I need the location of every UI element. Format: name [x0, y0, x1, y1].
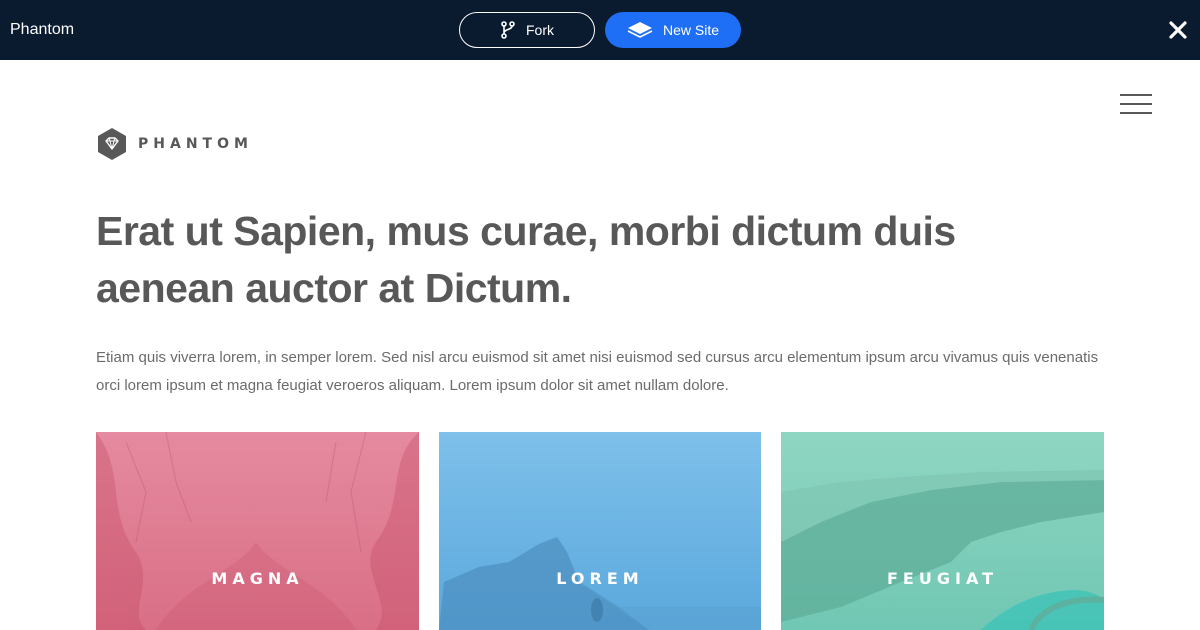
intro-paragraph: Etiam quis viverra lorem, in semper lore…: [96, 349, 1099, 394]
hamburger-menu-icon[interactable]: [1120, 94, 1152, 114]
tile-feugiat-image: [781, 470, 1104, 630]
preview-topbar: Phantom Fork New Site: [0, 0, 1200, 60]
diamond-hexagon-logo-icon: [98, 128, 126, 160]
git-fork-icon: [501, 21, 515, 39]
tile-lorem-label: LOREM: [556, 569, 644, 588]
new-site-button-label: New Site: [662, 22, 720, 38]
page-headline: Erat ut Sapien, mus curae, morbi dictum …: [96, 208, 956, 311]
close-icon[interactable]: [1166, 18, 1190, 42]
tile-magna[interactable]: MAGNA: [96, 432, 419, 630]
fork-button-label: Fork: [526, 22, 554, 38]
app-title: Phantom: [10, 21, 75, 38]
tile-lorem-image: [439, 537, 761, 630]
tile-feugiat-label: FEUGIAT: [887, 569, 998, 588]
tile-feugiat[interactable]: FEUGIAT: [781, 432, 1104, 630]
logo-text: PHANTOM: [138, 136, 253, 152]
fork-button[interactable]: Fork: [459, 12, 595, 48]
tile-magna-image: [96, 432, 419, 630]
site-logo[interactable]: PHANTOM: [96, 128, 253, 160]
stack-layers-icon: [627, 22, 653, 38]
tile-magna-label: MAGNA: [211, 569, 304, 588]
tile-lorem[interactable]: LOREM: [439, 432, 761, 630]
new-site-button[interactable]: New Site: [605, 12, 741, 48]
